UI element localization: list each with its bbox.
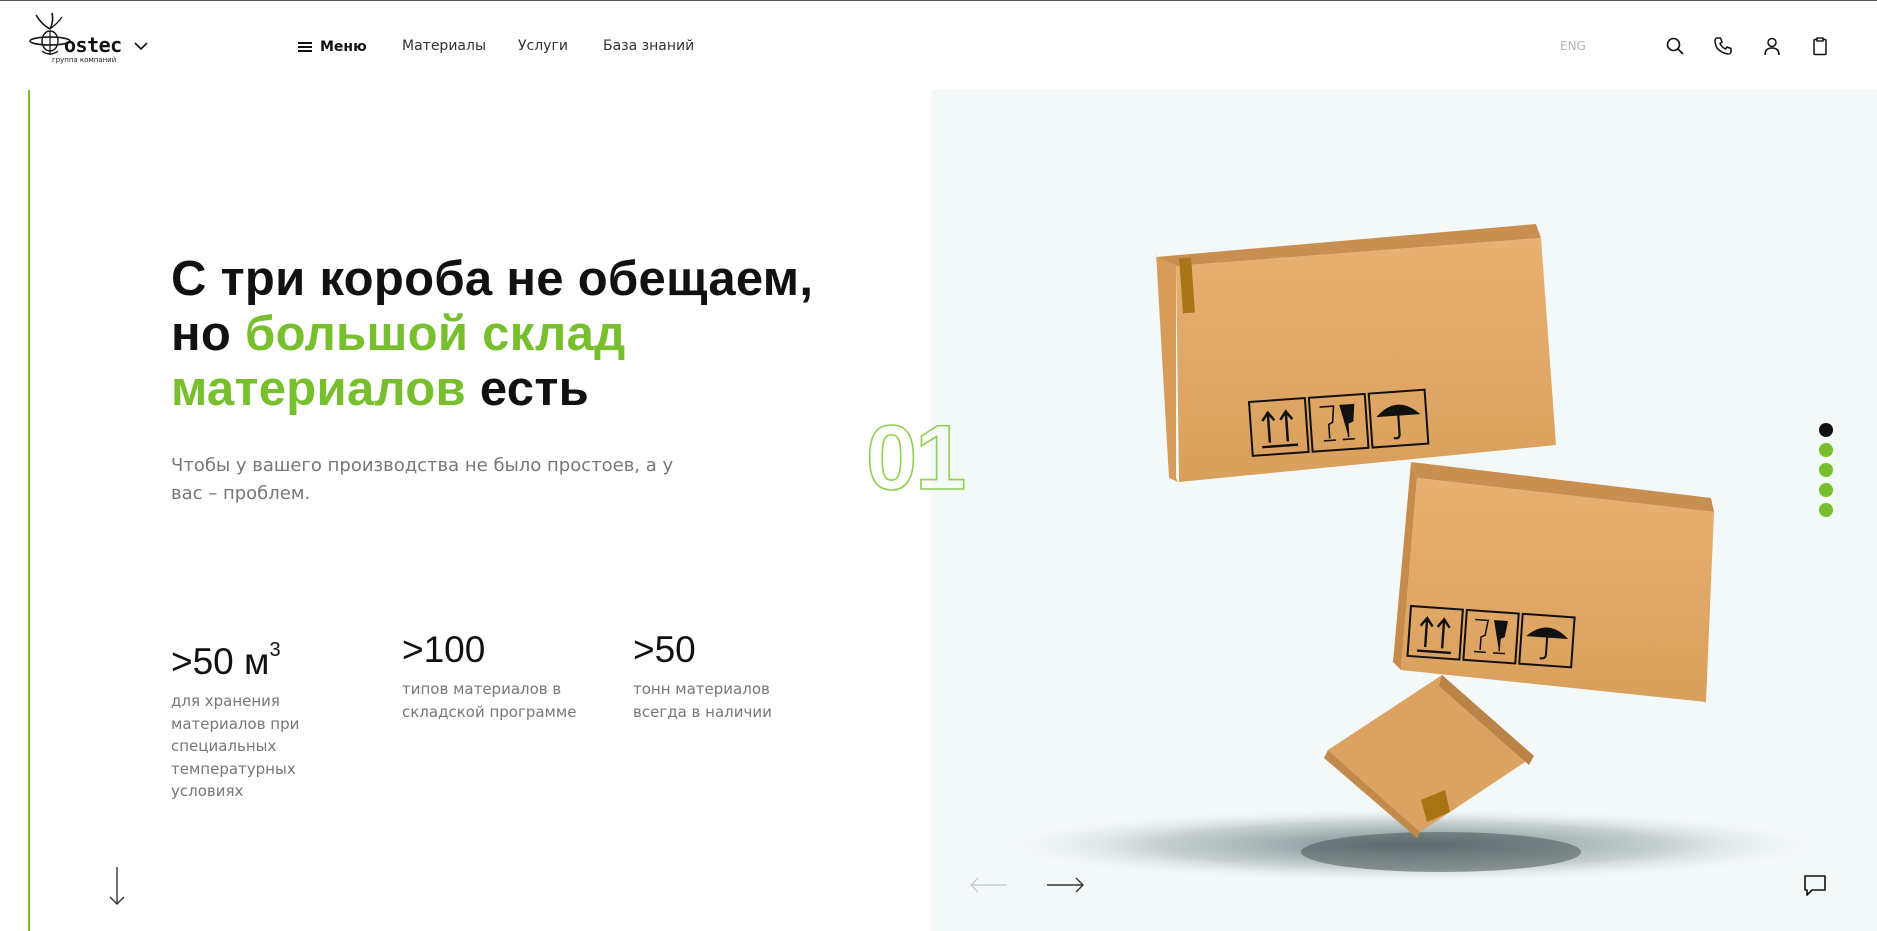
headline-highlight2: материалов — [171, 362, 466, 416]
stat-storage: >50 м3 для хранения материалов при специ… — [171, 628, 321, 803]
slider-dot-1[interactable] — [1819, 423, 1833, 437]
stat-material-types: >100 типов материалов в складской програ… — [402, 628, 592, 723]
slider-next-arrow-icon[interactable] — [1046, 876, 1084, 894]
slider-prev-arrow-icon[interactable] — [970, 876, 1008, 894]
language-switch[interactable]: ENG — [1560, 39, 1586, 53]
hero-subtitle: Чтобы у вашего производства не было прос… — [171, 455, 674, 504]
chat-icon[interactable] — [1803, 873, 1827, 897]
headline-part3: есть — [465, 362, 590, 416]
stat-value: >50 м3 — [171, 639, 281, 682]
slider-pagination — [1819, 423, 1833, 517]
headline-highlight1: большой склад — [245, 307, 626, 361]
slider-dot-5[interactable] — [1819, 503, 1833, 517]
slide-number: 01 — [865, 407, 967, 509]
left-accent-line — [28, 90, 30, 931]
chevron-down-icon[interactable] — [134, 41, 148, 51]
logo-subtitle: группа компаний — [52, 56, 117, 64]
logo[interactable]: ostec группа компаний — [28, 11, 150, 65]
stat-description: для хранения материалов при специальных … — [171, 692, 300, 800]
slider-dot-3[interactable] — [1819, 463, 1833, 477]
headline-part2: но — [171, 307, 246, 361]
stat-value: >50 — [633, 629, 696, 670]
slider-dot-4[interactable] — [1819, 483, 1833, 497]
hamburger-icon — [298, 42, 312, 52]
headline-part1: С три короба не обещаем, — [171, 252, 814, 306]
hero-image-panel — [931, 90, 1877, 931]
hero-headline: С три короба не обещаем, но большой скла… — [171, 252, 851, 417]
clipboard-icon[interactable] — [1808, 34, 1832, 58]
stat-description: тонн материалов всегда в наличии — [633, 680, 772, 721]
stat-value: >100 — [402, 629, 486, 670]
scroll-down-arrow-icon[interactable] — [108, 866, 126, 906]
nav-link-knowledge-base[interactable]: База знаний — [603, 38, 694, 54]
logo-text: ostec — [64, 33, 122, 57]
slider-dot-2[interactable] — [1819, 443, 1833, 457]
nav-link-services[interactable]: Услуги — [518, 38, 568, 54]
search-icon[interactable] — [1663, 34, 1687, 58]
stat-tonnage: >50 тонн материалов всегда в наличии — [633, 628, 828, 723]
stat-description: типов материалов в складской программе — [402, 680, 577, 721]
menu-label: Меню — [320, 39, 367, 55]
cardboard-boxes-illustration — [991, 224, 1831, 883]
nav-link-materials[interactable]: Материалы — [402, 38, 486, 54]
site-header: ostec группа компаний Меню Материалы Усл… — [0, 1, 1877, 89]
phone-icon[interactable] — [1711, 34, 1735, 58]
menu-button[interactable]: Меню — [298, 37, 367, 57]
user-icon[interactable] — [1760, 34, 1784, 58]
